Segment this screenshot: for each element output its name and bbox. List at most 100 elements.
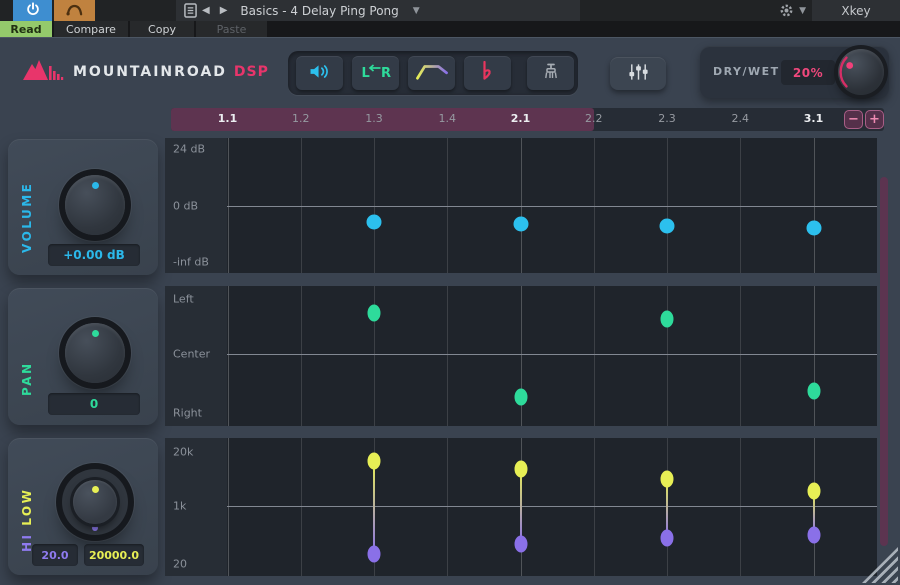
axis-label: Center [173,348,210,361]
left-right-icon: LR [361,63,391,84]
high-pass-value[interactable]: 20.0 [32,544,78,566]
automation-point[interactable] [807,383,820,400]
automation-point[interactable] [806,221,821,236]
pan-panel: PAN 0 [8,288,158,425]
ruler-tick: 1.4 [439,112,457,125]
volume-value[interactable]: +0.00 dB [48,244,140,266]
pitch-lane-toggle[interactable] [464,56,511,90]
gridline [740,438,741,576]
ruler-tick: 1.1 [218,112,238,125]
filter-curve-icon [414,61,450,85]
pan-value[interactable]: 0 [48,393,140,415]
sliders-icon [627,63,650,85]
zoom-in-button[interactable]: + [865,110,884,129]
dry-wet-module: DRY/WET 20% [700,46,889,98]
volume-panel: VOLUME +0.00 dB [8,139,158,275]
plugin-panel: MOUNTAINROAD DSP LR [0,37,900,585]
hi-low-panel: HI LOW 20.0 20000.0 [8,438,158,575]
zoom-out-button[interactable]: − [844,110,863,129]
automation-point[interactable] [368,305,381,322]
automation-point[interactable] [807,527,820,544]
gridline [447,286,448,426]
lane-toggle-group: LR [288,51,578,95]
mixer-button[interactable] [610,57,666,90]
volume-lane-toggle[interactable] [296,56,343,90]
axis-label: Left [173,293,194,306]
dry-wet-knob[interactable] [838,49,884,95]
automation-point[interactable] [514,389,527,406]
axis-label: 1k [173,500,186,513]
settings-dropdown-icon[interactable]: ▼ [799,6,806,16]
filter-lane[interactable]: 20k1k20 [165,438,877,576]
titlebar: ◀ ▶ Basics - 4 Delay Ping Pong ▼ ▼ Xkey [0,0,900,21]
automation-point[interactable] [367,214,382,229]
automation-toolbar: Read Compare Copy Paste [0,21,900,37]
automation-point[interactable] [661,470,674,487]
filter-range-line [373,461,375,554]
prev-preset-button[interactable]: ◀ [197,5,215,16]
pan-lane-toggle[interactable]: LR [352,56,399,90]
automation-point[interactable] [368,453,381,470]
volume-lane[interactable]: 24 dB0 dB-inf dB [165,138,877,273]
automation-point[interactable] [807,482,820,499]
center-line [227,354,877,355]
pan-label: PAN [20,316,34,396]
low-pass-value[interactable]: 20000.0 [84,544,144,566]
copy-button[interactable]: Copy [130,21,194,37]
preset-dropdown-icon[interactable]: ▼ [413,6,420,16]
paste-button[interactable]: Paste [196,21,267,37]
low-label: LOW [20,488,34,526]
dry-wet-value[interactable]: 20% [781,60,835,85]
pan-lane[interactable]: Left Center Right [165,286,877,426]
read-button[interactable]: Read [0,21,52,37]
automation-point[interactable] [661,530,674,547]
preset-name[interactable]: Basics - 4 Delay Ping Pong [240,4,398,18]
axis-label: Right [173,407,202,420]
lane-grid[interactable] [227,138,877,273]
titlebar-right: ▼ Xkey [775,0,900,21]
timeline-ruler[interactable]: − + 1.11.21.31.42.12.22.32.43.1 [171,108,884,131]
knob-indicator-dot [92,525,98,531]
axis-label: 20 [173,558,187,571]
filter-range-line [520,469,522,544]
automation-point[interactable] [513,216,528,231]
gridline [740,286,741,426]
volume-label: VOLUME [20,161,34,253]
compare-button[interactable]: Compare [54,21,128,37]
low-pass-knob[interactable] [73,480,117,524]
volume-knob[interactable] [65,175,125,235]
lane-grid[interactable] [227,286,877,426]
gridline [301,286,302,426]
gridline [667,286,668,426]
knob-indicator-dot [92,182,99,189]
vertical-scrollbar-thumb[interactable] [880,177,888,546]
lane-grid[interactable] [227,438,877,576]
knob-arc [838,49,884,95]
power-button[interactable] [13,0,52,21]
ruler-tick: 1.3 [365,112,383,125]
automation-point[interactable] [514,535,527,552]
pan-knob[interactable] [65,323,125,383]
automation-point[interactable] [368,545,381,562]
preset-bar: ◀ ▶ Basics - 4 Delay Ping Pong ▼ [176,0,580,21]
clear-button[interactable] [527,56,574,90]
svg-text:L: L [361,66,369,80]
bypass-button[interactable] [54,0,95,21]
gridline [228,286,229,426]
axis-label: 0 dB [173,200,198,213]
next-preset-button[interactable]: ▶ [215,5,233,16]
automation-point[interactable] [514,461,527,478]
ruler-tick: 2.3 [658,112,676,125]
automation-point[interactable] [661,311,674,328]
flat-note-icon [482,61,493,85]
bypass-icon [66,1,83,20]
preset-browser-icon[interactable] [184,3,197,18]
filter-lane-toggle[interactable] [408,56,455,90]
ruler-tick: 1.2 [292,112,310,125]
settings-gear-icon[interactable] [775,3,797,18]
brand-suffix: DSP [234,64,269,80]
daw-plugin-window: ◀ ▶ Basics - 4 Delay Ping Pong ▼ ▼ Xkey … [0,0,900,585]
device-button[interactable]: Xkey [812,0,900,21]
automation-point[interactable] [660,219,675,234]
gridline [301,438,302,576]
